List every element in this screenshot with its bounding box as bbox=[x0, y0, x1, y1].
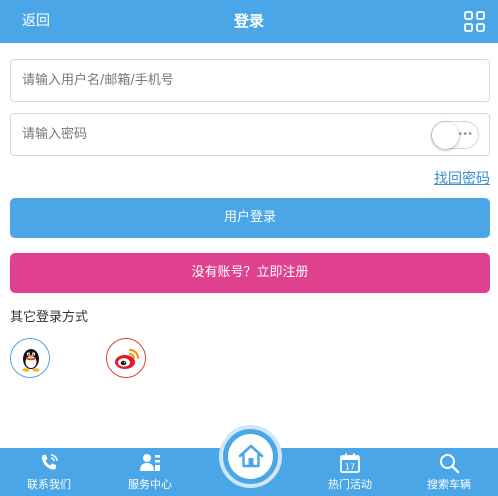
tab-contact[interactable]: 联系我们 bbox=[14, 448, 84, 496]
search-icon bbox=[440, 454, 460, 474]
weibo-login-button[interactable] bbox=[106, 338, 146, 378]
username-input[interactable] bbox=[11, 60, 411, 101]
service-icon bbox=[140, 454, 160, 471]
top-bar: 返回 登录 bbox=[0, 0, 498, 43]
tab-label: 联系我们 bbox=[27, 478, 71, 491]
register-button[interactable]: 没有账号？立即注册 bbox=[10, 253, 490, 293]
home-icon bbox=[238, 444, 264, 468]
calendar-day: 17 bbox=[345, 463, 355, 472]
tab-label: 搜索车辆 bbox=[427, 478, 471, 491]
qq-login-button[interactable] bbox=[10, 338, 50, 378]
qq-icon bbox=[22, 349, 40, 372]
password-input[interactable] bbox=[11, 114, 411, 155]
home-button[interactable] bbox=[219, 425, 282, 488]
tab-events[interactable]: 17 热门活动 bbox=[315, 448, 385, 496]
tab-label: 服务中心 bbox=[128, 478, 172, 491]
weibo-icon bbox=[115, 349, 139, 369]
phone-icon bbox=[41, 454, 58, 470]
forgot-password-link[interactable]: 找回密码 bbox=[434, 168, 490, 188]
show-password-toggle[interactable]: ••• bbox=[431, 121, 479, 149]
username-field-wrap bbox=[10, 59, 490, 102]
tab-search[interactable]: 搜索车辆 bbox=[414, 448, 484, 496]
home-button-inner bbox=[228, 434, 273, 479]
calendar-icon: 17 bbox=[340, 453, 360, 473]
toggle-knob bbox=[432, 122, 459, 149]
other-login-label: 其它登录方式 bbox=[10, 310, 89, 325]
password-field-wrap: ••• bbox=[10, 113, 490, 156]
tab-label: 热门活动 bbox=[328, 478, 372, 491]
tab-service[interactable]: 服务中心 bbox=[115, 448, 185, 496]
dots-icon: ••• bbox=[457, 129, 473, 140]
page-title: 登录 bbox=[233, 12, 264, 30]
login-button[interactable]: 用户登录 bbox=[10, 198, 490, 238]
grid-icon[interactable] bbox=[464, 11, 485, 32]
